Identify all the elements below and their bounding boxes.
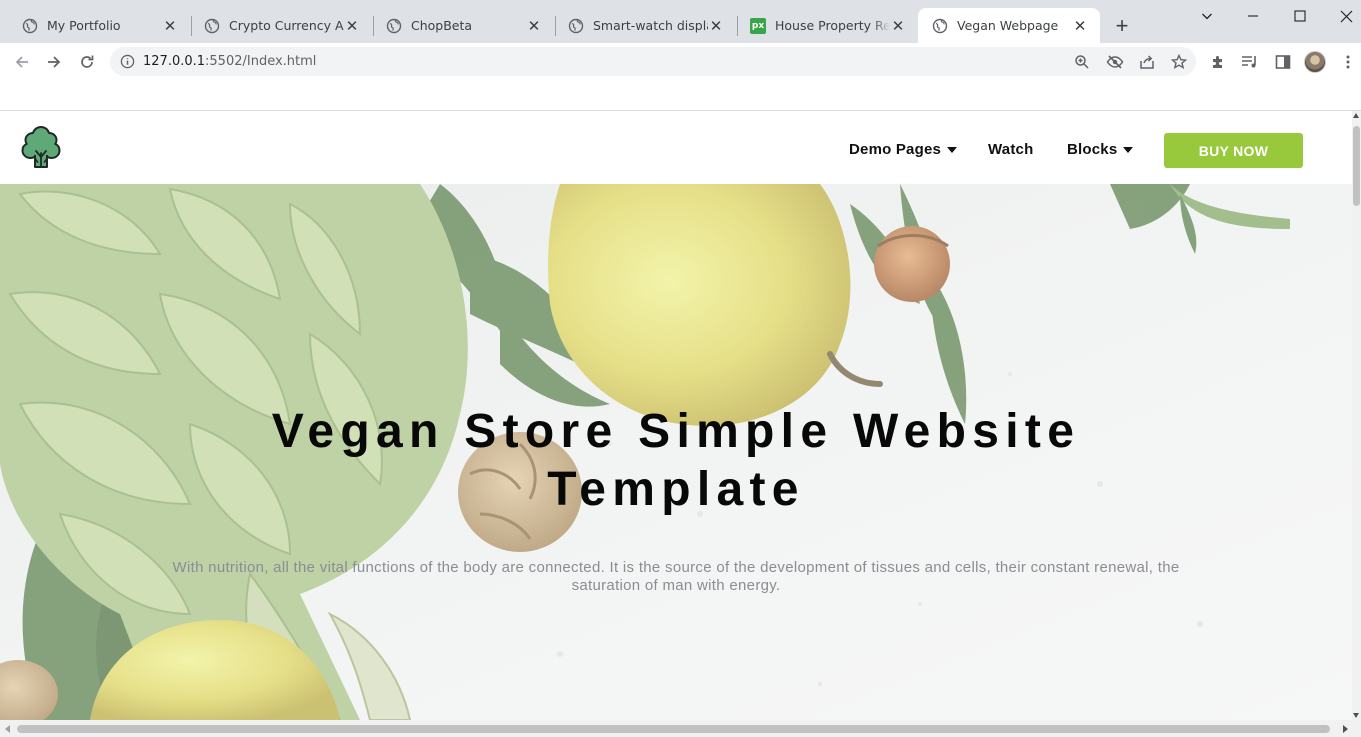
tab-smart-watch-display[interactable]: Smart-watch display ✕ bbox=[554, 8, 736, 43]
close-tab-icon[interactable]: ✕ bbox=[1072, 18, 1088, 35]
bookmark-star-icon[interactable] bbox=[1170, 53, 1188, 71]
maximize-icon[interactable] bbox=[1277, 4, 1323, 28]
back-icon[interactable] bbox=[10, 50, 34, 74]
tab-title: Vegan Webpage bbox=[957, 18, 1059, 33]
vertical-scrollbar[interactable] bbox=[1352, 111, 1361, 720]
close-tab-icon[interactable]: ✕ bbox=[890, 18, 906, 35]
minimize-icon[interactable] bbox=[1230, 4, 1276, 28]
site-header: Demo Pages Watch Blocks BUY NOW bbox=[0, 111, 1352, 184]
side-panel-icon[interactable] bbox=[1273, 52, 1293, 72]
tab-title: ChopBeta bbox=[411, 18, 473, 33]
nav-watch[interactable]: Watch bbox=[988, 141, 1033, 158]
close-tab-icon[interactable]: ✕ bbox=[344, 18, 360, 35]
url-text[interactable]: 127.0.0.1:5502/Index.html bbox=[143, 54, 316, 69]
zoom-icon[interactable] bbox=[1073, 53, 1091, 71]
hero-section: Vegan Store Simple Website Template With… bbox=[0, 184, 1352, 720]
url-path: :5502/Index.html bbox=[205, 54, 317, 69]
globe-icon bbox=[22, 18, 38, 33]
hero-title: Vegan Store Simple Website Template bbox=[271, 405, 1081, 516]
vertical-scroll-thumb[interactable] bbox=[1353, 126, 1360, 206]
close-tab-icon[interactable]: ✕ bbox=[162, 18, 178, 35]
site-info-icon[interactable] bbox=[120, 54, 135, 69]
nav-blocks[interactable]: Blocks bbox=[1067, 141, 1134, 158]
globe-icon bbox=[932, 18, 948, 33]
tab-chopbeta[interactable]: ChopBeta ✕ bbox=[372, 8, 554, 43]
browser-toolbar: 127.0.0.1:5502/Index.html bbox=[0, 43, 1361, 80]
globe-icon bbox=[568, 18, 584, 33]
tab-my-portfolio[interactable]: My Portfolio ✕ bbox=[8, 8, 190, 43]
caret-down-icon bbox=[947, 147, 958, 153]
broccoli-logo-icon[interactable] bbox=[18, 124, 64, 170]
close-tab-icon[interactable]: ✕ bbox=[526, 18, 542, 35]
browser-menu-icon[interactable] bbox=[1338, 52, 1358, 72]
px-icon: px bbox=[750, 17, 766, 34]
tab-title: Smart-watch display bbox=[593, 18, 708, 33]
tab-crypto-currency-app[interactable]: Crypto Currency App ✕ bbox=[190, 8, 372, 43]
tab-title: Crypto Currency App bbox=[229, 18, 344, 33]
eye-off-icon[interactable] bbox=[1106, 53, 1124, 71]
scroll-up-icon[interactable] bbox=[1353, 113, 1359, 118]
hero-subtitle: With nutrition, all the vital functions … bbox=[172, 559, 1180, 594]
nav-demo-pages-label: Demo Pages bbox=[849, 141, 942, 158]
tab-title: House Property Real E bbox=[775, 18, 890, 33]
close-window-icon[interactable] bbox=[1323, 4, 1361, 28]
horizontal-scroll-thumb[interactable] bbox=[17, 725, 1330, 733]
scroll-left-icon[interactable] bbox=[5, 725, 10, 733]
page-viewport: Demo Pages Watch Blocks BUY NOW Vegan St… bbox=[0, 111, 1352, 720]
buy-now-button[interactable]: BUY NOW bbox=[1164, 133, 1303, 168]
tab-title: My Portfolio bbox=[47, 18, 121, 33]
extensions-puzzle-icon[interactable] bbox=[1208, 52, 1228, 72]
new-tab-icon[interactable]: + bbox=[1110, 13, 1134, 38]
globe-icon bbox=[204, 18, 220, 33]
profile-avatar[interactable] bbox=[1304, 51, 1326, 73]
tab-vegan-webpage[interactable]: Vegan Webpage ✕ bbox=[918, 8, 1100, 43]
nav-blocks-label: Blocks bbox=[1067, 141, 1118, 158]
close-tab-icon[interactable]: ✕ bbox=[708, 18, 724, 35]
share-icon[interactable] bbox=[1138, 53, 1156, 71]
reload-icon[interactable] bbox=[75, 50, 99, 74]
bookmarks-bar bbox=[0, 80, 1361, 111]
media-queue-icon[interactable] bbox=[1240, 52, 1260, 72]
nav-watch-label: Watch bbox=[988, 141, 1034, 158]
nav-demo-pages[interactable]: Demo Pages bbox=[849, 141, 958, 158]
tab-house-property[interactable]: px House Property Real E ✕ bbox=[736, 8, 918, 43]
tab-search-icon[interactable] bbox=[1184, 4, 1230, 28]
address-bar[interactable]: 127.0.0.1:5502/Index.html bbox=[110, 47, 1196, 76]
forward-icon[interactable] bbox=[42, 50, 66, 74]
caret-down-icon bbox=[1123, 147, 1134, 153]
url-host: 127.0.0.1 bbox=[143, 54, 206, 69]
globe-icon bbox=[386, 18, 402, 33]
scroll-right-icon[interactable] bbox=[1343, 725, 1348, 733]
tab-strip: My Portfolio ✕ Crypto Currency App ✕ Cho… bbox=[0, 0, 1361, 43]
horizontal-scrollbar[interactable] bbox=[0, 720, 1361, 737]
scroll-down-icon[interactable] bbox=[1353, 713, 1359, 718]
